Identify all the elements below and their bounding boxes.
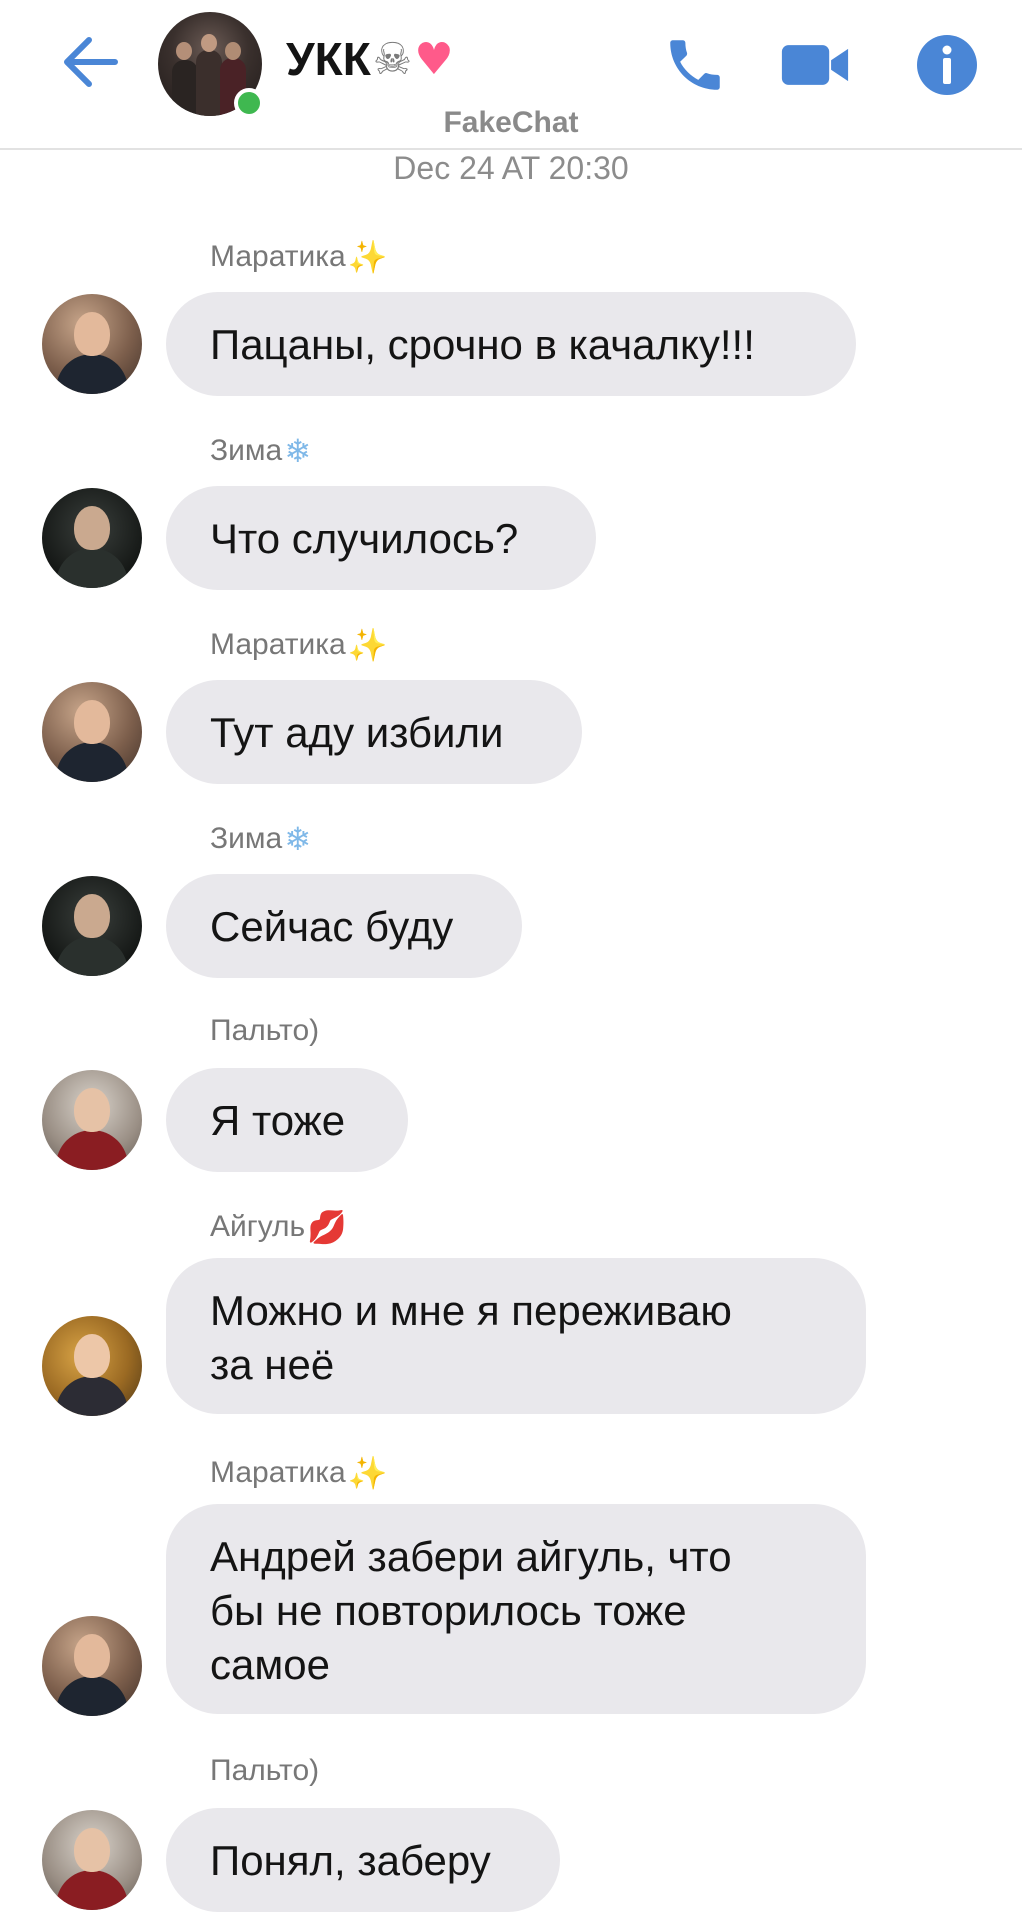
back-button[interactable]	[58, 30, 122, 94]
sender-avatar[interactable]	[42, 682, 142, 782]
message-bubble[interactable]: Я тоже	[166, 1068, 408, 1172]
watermark: FakeChat	[443, 106, 579, 139]
avatar-body	[56, 354, 128, 394]
video-camera-icon	[781, 45, 849, 85]
sender-name: Маратика ✨	[210, 1454, 388, 1492]
info-icon	[917, 35, 977, 95]
message-bubble[interactable]: Сейчас буду	[166, 874, 522, 978]
group-avatar[interactable]	[158, 12, 264, 118]
avatar-face	[74, 1634, 110, 1678]
avatar-face	[74, 506, 110, 550]
avatar-face	[74, 1828, 110, 1872]
message-bubble[interactable]: Понял, заберу	[166, 1808, 560, 1912]
chat-timestamp: Dec 24 AT 20:30	[393, 150, 629, 186]
sender-name: Маратика ✨	[210, 238, 388, 276]
avatar-face	[74, 894, 110, 938]
call-button[interactable]	[660, 30, 730, 100]
avatar-body	[56, 1870, 128, 1910]
sender-avatar[interactable]	[42, 1316, 142, 1416]
sender-avatar[interactable]	[42, 1070, 142, 1170]
sender-name-text: Маратика	[210, 628, 346, 661]
sender-name-text: Маратика	[210, 240, 346, 273]
message-bubble[interactable]: Можно и мне я переживаю за неё	[166, 1258, 866, 1414]
avatar-body	[56, 742, 128, 782]
heart-emoji-icon: ♥	[414, 33, 454, 85]
chat-title-text: УКК	[286, 33, 371, 85]
phone-icon	[670, 40, 720, 90]
message-bubble[interactable]: Что случилось?	[166, 486, 596, 590]
snowflake-emoji-icon: ❄	[284, 820, 311, 858]
avatar-body	[56, 1376, 128, 1416]
chat-title[interactable]: УКК ☠ ♥	[286, 32, 454, 86]
sender-name: Маратика ✨	[210, 626, 388, 664]
chat-header: УКК ☠ ♥ FakeChat	[0, 0, 1022, 150]
sender-name-text: Маратика	[210, 1456, 346, 1489]
video-call-button[interactable]	[780, 30, 850, 100]
sender-avatar[interactable]	[42, 876, 142, 976]
avatar-body	[56, 936, 128, 976]
message-bubble[interactable]: Андрей забери айгуль, что бы не повторил…	[166, 1504, 866, 1714]
sender-avatar[interactable]	[42, 294, 142, 394]
sender-name-text: Зима	[210, 822, 283, 855]
avatar-face	[74, 1088, 110, 1132]
sender-name-text: Пальто)	[210, 1014, 320, 1047]
avatar-body	[56, 548, 128, 588]
sender-name: Зима ❄	[210, 820, 311, 858]
sender-avatar[interactable]	[42, 488, 142, 588]
sender-name: Айгуль 💋	[210, 1208, 347, 1246]
skull-emoji-icon: ☠	[372, 33, 413, 85]
sender-name-text: Зима	[210, 434, 283, 467]
kiss-mark-emoji-icon: 💋	[307, 1208, 348, 1246]
avatar-body	[56, 1676, 128, 1716]
sender-name: Пальто)	[210, 1754, 319, 1788]
sparkles-emoji-icon: ✨	[347, 238, 388, 276]
info-button[interactable]	[912, 30, 982, 100]
sparkles-emoji-icon: ✨	[347, 626, 388, 664]
avatar-face	[74, 1334, 110, 1378]
sender-name-text: Пальто)	[210, 1754, 320, 1787]
avatar-body	[56, 1130, 128, 1170]
back-arrow-icon	[64, 37, 118, 87]
avatar-face	[74, 312, 110, 356]
sparkles-emoji-icon: ✨	[347, 1454, 388, 1492]
sender-name: Зима ❄	[210, 432, 311, 470]
sender-avatar[interactable]	[42, 1616, 142, 1716]
sender-name-text: Айгуль	[210, 1210, 306, 1243]
sender-name: Пальто)	[210, 1014, 319, 1048]
sender-avatar[interactable]	[42, 1810, 142, 1910]
avatar-face	[74, 700, 110, 744]
message-bubble[interactable]: Тут аду избили	[166, 680, 582, 784]
message-bubble[interactable]: Пацаны, срочно в качалку!!!	[166, 292, 856, 396]
snowflake-emoji-icon: ❄	[284, 432, 311, 470]
